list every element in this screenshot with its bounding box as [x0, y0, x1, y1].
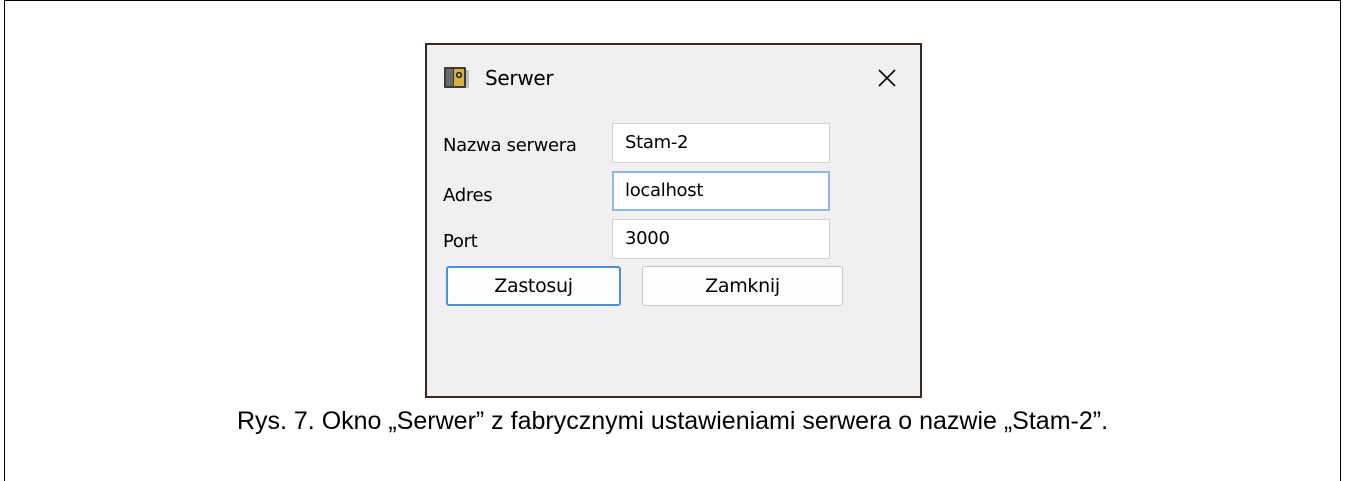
port-label: Port	[443, 231, 478, 252]
close-icon[interactable]	[872, 63, 902, 93]
dialog-titlebar: Serwer	[427, 45, 920, 111]
apply-button[interactable]: Zastosuj	[446, 266, 621, 306]
close-button[interactable]: Zamknij	[642, 266, 843, 306]
figure-caption: Rys. 7. Okno „Serwer” z fabrycznymi usta…	[236, 407, 1109, 435]
address-field[interactable]: localhost	[612, 171, 830, 211]
port-field[interactable]: 3000	[612, 219, 830, 259]
server-dialog: Serwer Nazwa serwera Stam-2 Adres localh…	[425, 43, 922, 398]
server-name-field[interactable]: Stam-2	[612, 123, 830, 163]
dialog-title: Serwer	[485, 66, 554, 90]
server-app-icon	[444, 66, 470, 90]
server-name-label: Nazwa serwera	[443, 135, 577, 156]
address-label: Adres	[443, 185, 493, 206]
